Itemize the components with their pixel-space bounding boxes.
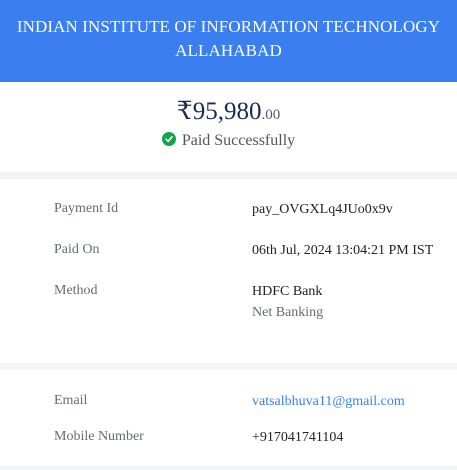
mobile-number-value: +917041741104 <box>252 430 344 445</box>
institute-header: INDIAN INSTITUTE OF INFORMATION TECHNOLO… <box>0 0 457 82</box>
institute-name-line2: ALLAHABAD <box>175 41 282 60</box>
payment-amount: ₹95,980.00 <box>0 96 457 131</box>
method-label: Method <box>54 283 98 298</box>
method-sub-value: Net Banking <box>252 305 324 320</box>
mobile-number-label: Mobile Number <box>54 429 144 444</box>
email-link[interactable]: vatsalbhuva11@gmail.com <box>252 391 405 412</box>
payment-id-label: Payment Id <box>54 201 119 216</box>
paid-on-label: Paid On <box>54 242 100 257</box>
email-label: Email <box>54 393 88 408</box>
section-divider <box>0 172 457 179</box>
payment-id-value: pay_OVGXLq4JUo0x9v <box>252 202 393 217</box>
payment-status: Paid Successfully <box>0 131 457 151</box>
check-circle-icon <box>161 132 176 146</box>
amount-main: ₹95,980 <box>176 98 262 125</box>
method-value: HDFC Bank <box>252 284 323 299</box>
payment-summary: ₹95,980.00 Paid Successfully <box>0 82 457 172</box>
institute-name-line1: INDIAN INSTITUTE OF INFORMATION TECHNOLO… <box>16 17 441 36</box>
section-divider <box>0 363 457 370</box>
section-divider <box>0 466 457 470</box>
paid-on-value: 06th Jul, 2024 13:04:21 PM IST <box>252 243 434 258</box>
status-text: Paid Successfully <box>181 132 296 149</box>
amount-decimal: .00 <box>261 107 281 123</box>
